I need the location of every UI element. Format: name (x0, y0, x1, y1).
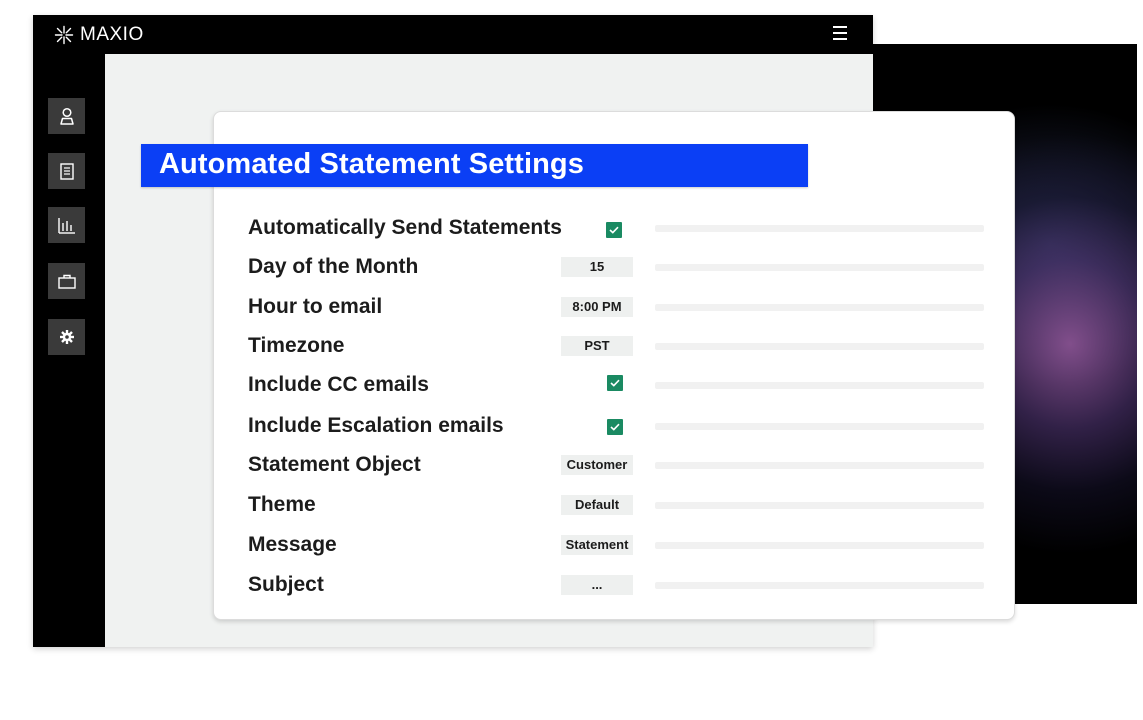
briefcase-icon (57, 274, 76, 289)
timezone-field[interactable]: PST (561, 336, 633, 356)
sidebar-item-settings[interactable] (48, 319, 85, 355)
checkmark-icon (610, 379, 620, 387)
bar-chart-icon (57, 217, 75, 234)
sidebar-item-users[interactable] (48, 98, 85, 134)
setting-label: Statement Object (248, 453, 421, 476)
document-icon (59, 162, 74, 180)
setting-label: Day of the Month (248, 255, 419, 278)
placeholder-line (655, 423, 984, 430)
placeholder-line (655, 502, 984, 509)
setting-row-cc-emails: Include CC emails (248, 371, 984, 401)
sidebar-item-workspace[interactable] (48, 263, 85, 299)
setting-row-day-of-month: Day of the Month 15 (248, 253, 984, 283)
settings-title-banner: Automated Statement Settings (141, 144, 808, 187)
sidebar (33, 54, 105, 647)
placeholder-line (655, 264, 984, 271)
placeholder-line (655, 462, 984, 469)
setting-row-message: Message Statement (248, 531, 984, 561)
setting-row-hour: Hour to email 8:00 PM (248, 293, 984, 323)
placeholder-line (655, 382, 984, 389)
top-bar: MAXIO (33, 15, 873, 54)
setting-label: Include CC emails (248, 373, 429, 396)
gear-icon (59, 330, 74, 344)
statement-object-field[interactable]: Customer (561, 455, 633, 475)
checkmark-icon (610, 423, 620, 431)
day-of-month-field[interactable]: 15 (561, 257, 633, 277)
auto-send-checkbox[interactable] (606, 222, 622, 238)
setting-row-timezone: Timezone PST (248, 332, 984, 362)
placeholder-line (655, 343, 984, 350)
setting-row-statement-object: Statement Object Customer (248, 451, 984, 481)
placeholder-line (655, 542, 984, 549)
checkmark-icon (609, 226, 619, 234)
placeholder-line (655, 304, 984, 311)
hamburger-icon[interactable] (833, 26, 847, 40)
setting-label: Timezone (248, 334, 345, 357)
subject-field[interactable]: ... (561, 575, 633, 595)
setting-label: Message (248, 533, 337, 556)
sidebar-item-documents[interactable] (48, 153, 85, 189)
brand-name: MAXIO (80, 24, 144, 45)
stage: MAXIO Automated Statement Settings Autom… (0, 0, 1143, 720)
page-title: Automated Statement Settings (159, 148, 584, 180)
escalation-emails-checkbox[interactable] (607, 419, 623, 435)
maxio-logo-icon (54, 25, 74, 45)
setting-row-auto-send: Automatically Send Statements (248, 214, 984, 244)
placeholder-line (655, 225, 984, 232)
brand-logo[interactable]: MAXIO (54, 24, 144, 46)
setting-label: Hour to email (248, 295, 383, 318)
setting-label: Subject (248, 573, 324, 596)
setting-label: Include Escalation emails (248, 414, 504, 437)
hour-to-email-field[interactable]: 8:00 PM (561, 297, 633, 317)
setting-label: Theme (248, 493, 316, 516)
setting-row-theme: Theme Default (248, 491, 984, 521)
setting-label: Automatically Send Statements (248, 216, 562, 239)
setting-row-subject: Subject ... (248, 571, 984, 601)
cc-emails-checkbox[interactable] (607, 375, 623, 391)
placeholder-line (655, 582, 984, 589)
sidebar-item-reports[interactable] (48, 207, 85, 243)
setting-row-escalation-emails: Include Escalation emails (248, 412, 984, 442)
user-icon (59, 107, 74, 125)
message-field[interactable]: Statement (561, 535, 633, 555)
theme-field[interactable]: Default (561, 495, 633, 515)
